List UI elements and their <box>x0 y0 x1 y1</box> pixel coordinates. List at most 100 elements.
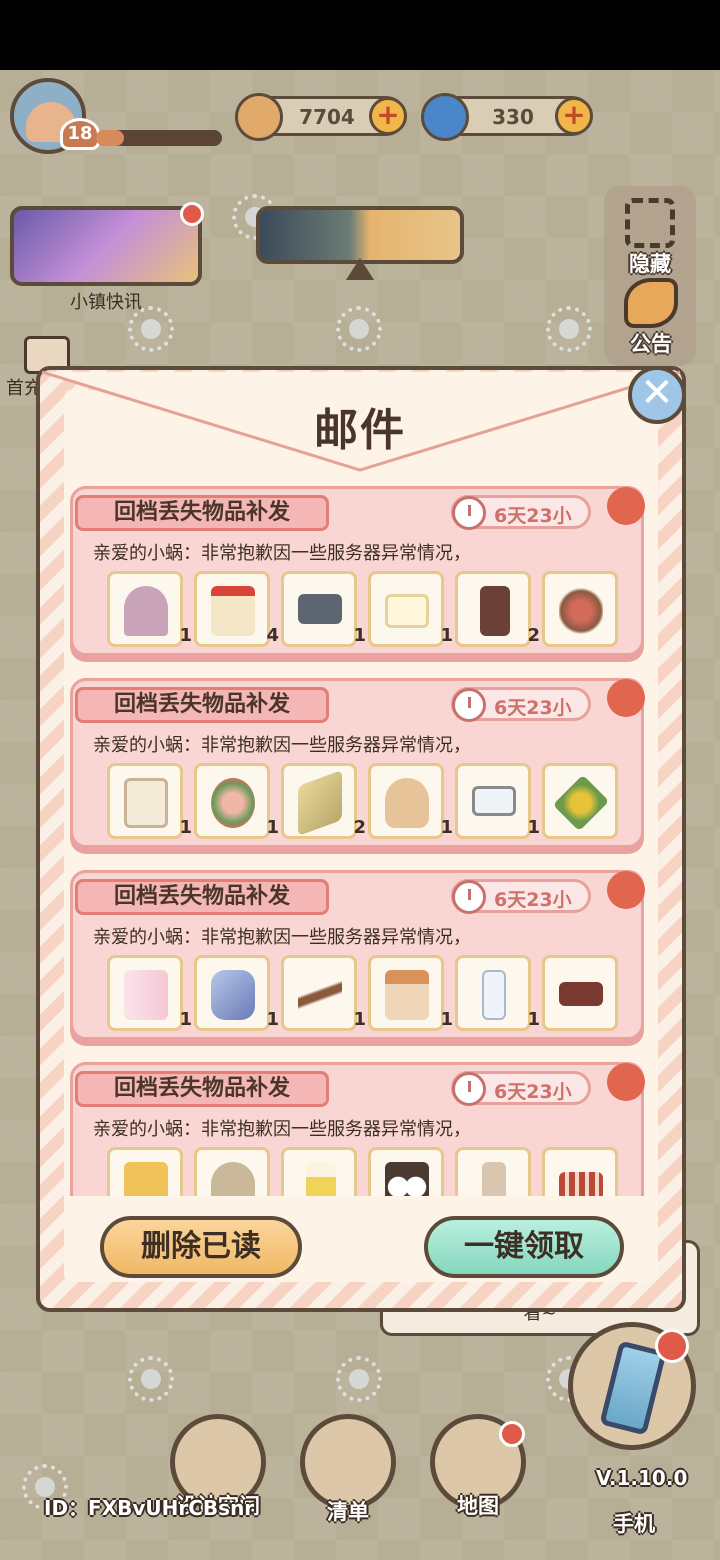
attachment-item[interactable]: 2 <box>281 763 366 839</box>
attachment-item[interactable]: 1 <box>107 763 192 839</box>
mail-body: 亲爱的小蜗：非常抱歉因一些服务器异常情况， <box>93 735 471 756</box>
unread-dot <box>607 871 645 909</box>
hide-label: 隐藏 <box>629 252 671 276</box>
attachment-qty: 1 <box>179 625 192 646</box>
expiry-timer: 6天23小 <box>451 687 591 722</box>
checklist-label: 清单 <box>327 1500 369 1524</box>
attachment-item[interactable] <box>542 1147 618 1196</box>
mirror-icon <box>211 970 255 1020</box>
clock-icon <box>452 688 486 722</box>
attachment-item[interactable] <box>194 1147 270 1196</box>
expiry-timer: 6天23小 <box>451 879 591 914</box>
mail-body: 亲爱的小蜗：非常抱歉因一些服务器异常情况， <box>93 1119 471 1140</box>
attachment-qty: 1 <box>179 817 192 838</box>
map-label: 地图 <box>457 1494 499 1518</box>
clock-icon <box>452 880 486 914</box>
mail-list[interactable]: 回档丢失物品补发 6天23小 亲爱的小蜗：非常抱歉因一些服务器异常情况， 1 4… <box>70 480 650 1196</box>
attachment-qty: 1 <box>353 1009 366 1030</box>
attachment-item[interactable]: 1 <box>368 763 453 839</box>
expiry-text: 6天23小 <box>494 1081 572 1103</box>
attachment-item[interactable]: 1 <box>368 955 453 1031</box>
attachment-item[interactable]: 1 <box>281 571 366 647</box>
attachment-item[interactable] <box>542 955 618 1031</box>
table-icon <box>472 786 516 816</box>
unread-dot <box>607 679 645 717</box>
frame-icon <box>625 198 675 248</box>
megaphone-icon <box>624 278 678 328</box>
branch-icon <box>298 970 342 1020</box>
add-gem-button[interactable]: + <box>555 97 593 135</box>
coin-counter: 7704 + <box>235 93 407 141</box>
hide-ui-button[interactable]: 隐藏 <box>618 198 682 278</box>
phone-button[interactable] <box>568 1322 696 1450</box>
attachment-item[interactable] <box>542 763 618 839</box>
close-button[interactable]: ✕ <box>628 366 686 424</box>
mail-item[interactable]: 回档丢失物品补发 6天23小 亲爱的小蜗：非常抱歉因一些服务器异常情况， 1 4… <box>70 486 645 656</box>
mail-item[interactable]: 回档丢失物品补发 6天23小 亲爱的小蜗：非常抱歉因一些服务器异常情况， 1 1… <box>70 678 645 848</box>
attachment-item[interactable]: 2 <box>455 571 540 647</box>
attachment-item[interactable]: 4 <box>194 571 279 647</box>
expiry-text: 6天23小 <box>494 505 572 527</box>
attachment-item[interactable]: 1 <box>107 571 192 647</box>
delete-read-button[interactable]: 删除已读 <box>100 1216 302 1278</box>
attachment-item[interactable] <box>368 1147 444 1196</box>
unread-dot <box>607 487 645 525</box>
expiry-timer: 6天23小 <box>451 495 591 530</box>
attachment-item[interactable]: 1 <box>194 955 279 1031</box>
stool-icon <box>298 594 342 624</box>
attachment-qty: 1 <box>440 817 453 838</box>
attachment-item[interactable] <box>107 1147 183 1196</box>
attachment-qty: 1 <box>266 1009 279 1030</box>
mail-subject: 回档丢失物品补发 <box>75 1071 329 1107</box>
phone-label: 手机 <box>613 1512 655 1536</box>
attachment-list <box>107 1147 627 1196</box>
attachment-item[interactable] <box>542 571 618 647</box>
attachment-item[interactable] <box>455 1147 531 1196</box>
tall-shelf-icon <box>482 1162 506 1196</box>
attachment-list: 1 1 2 1 1 <box>107 763 627 841</box>
town-news-label: 小镇快讯 <box>70 292 142 313</box>
notice-button[interactable]: 公告 <box>618 278 684 358</box>
level-badge: 18 <box>60 118 100 150</box>
unread-dot <box>607 1063 645 1101</box>
claim-all-button[interactable]: 一键领取 <box>424 1216 624 1278</box>
gem-value: 330 <box>492 105 534 129</box>
attachment-qty: 1 <box>179 1009 192 1030</box>
attachment-item[interactable]: 1 <box>194 763 279 839</box>
cabinet-icon <box>124 778 168 828</box>
curtain-icon <box>124 970 168 1020</box>
glass-shelf-icon <box>482 970 506 1020</box>
close-icon: ✕ <box>640 370 674 416</box>
coffee-table-icon <box>559 982 603 1006</box>
arch-window-icon <box>124 586 168 636</box>
town-news-banner[interactable] <box>10 202 204 286</box>
attachment-qty: 1 <box>440 625 453 646</box>
attachment-qty: 2 <box>353 817 366 838</box>
mail-title: 邮件 <box>314 405 406 456</box>
attachment-item[interactable]: 1 <box>281 955 366 1031</box>
expiry-text: 6天23小 <box>494 697 572 719</box>
mail-subject: 回档丢失物品补发 <box>75 495 329 531</box>
attachment-qty: 4 <box>266 625 279 646</box>
swirl-gem-icon <box>421 93 469 141</box>
bacon-icon <box>559 1172 603 1196</box>
painting-icon <box>298 769 342 837</box>
snack-bag-icon <box>124 1162 168 1196</box>
attachment-item[interactable]: 1 <box>107 955 192 1031</box>
flower-vine-icon <box>559 586 603 636</box>
gem-counter: 330 + <box>421 93 593 141</box>
coin-value: 7704 <box>299 105 355 129</box>
mail-item[interactable]: 回档丢失物品补发 6天23小 亲爱的小蜗：非常抱歉因一些服务器异常情况， 1 1… <box>70 870 645 1040</box>
add-coin-button[interactable]: + <box>369 97 407 135</box>
attachment-qty: 2 <box>527 625 540 646</box>
mail-subject: 回档丢失物品补发 <box>75 879 329 915</box>
mail-subject: 回档丢失物品补发 <box>75 687 329 723</box>
attachment-item[interactable] <box>281 1147 357 1196</box>
attachment-item[interactable]: 1 <box>455 763 540 839</box>
mail-item[interactable]: 回档丢失物品补发 6天23小 亲爱的小蜗：非常抱歉因一些服务器异常情况， <box>70 1062 645 1196</box>
attachment-item[interactable]: 1 <box>368 571 453 647</box>
bowls-icon <box>385 1162 429 1196</box>
user-id: ID：FXBvUHrCBsnr <box>44 1496 255 1520</box>
attachment-item[interactable]: 1 <box>455 955 540 1031</box>
yellow-flowers-icon <box>552 774 610 832</box>
